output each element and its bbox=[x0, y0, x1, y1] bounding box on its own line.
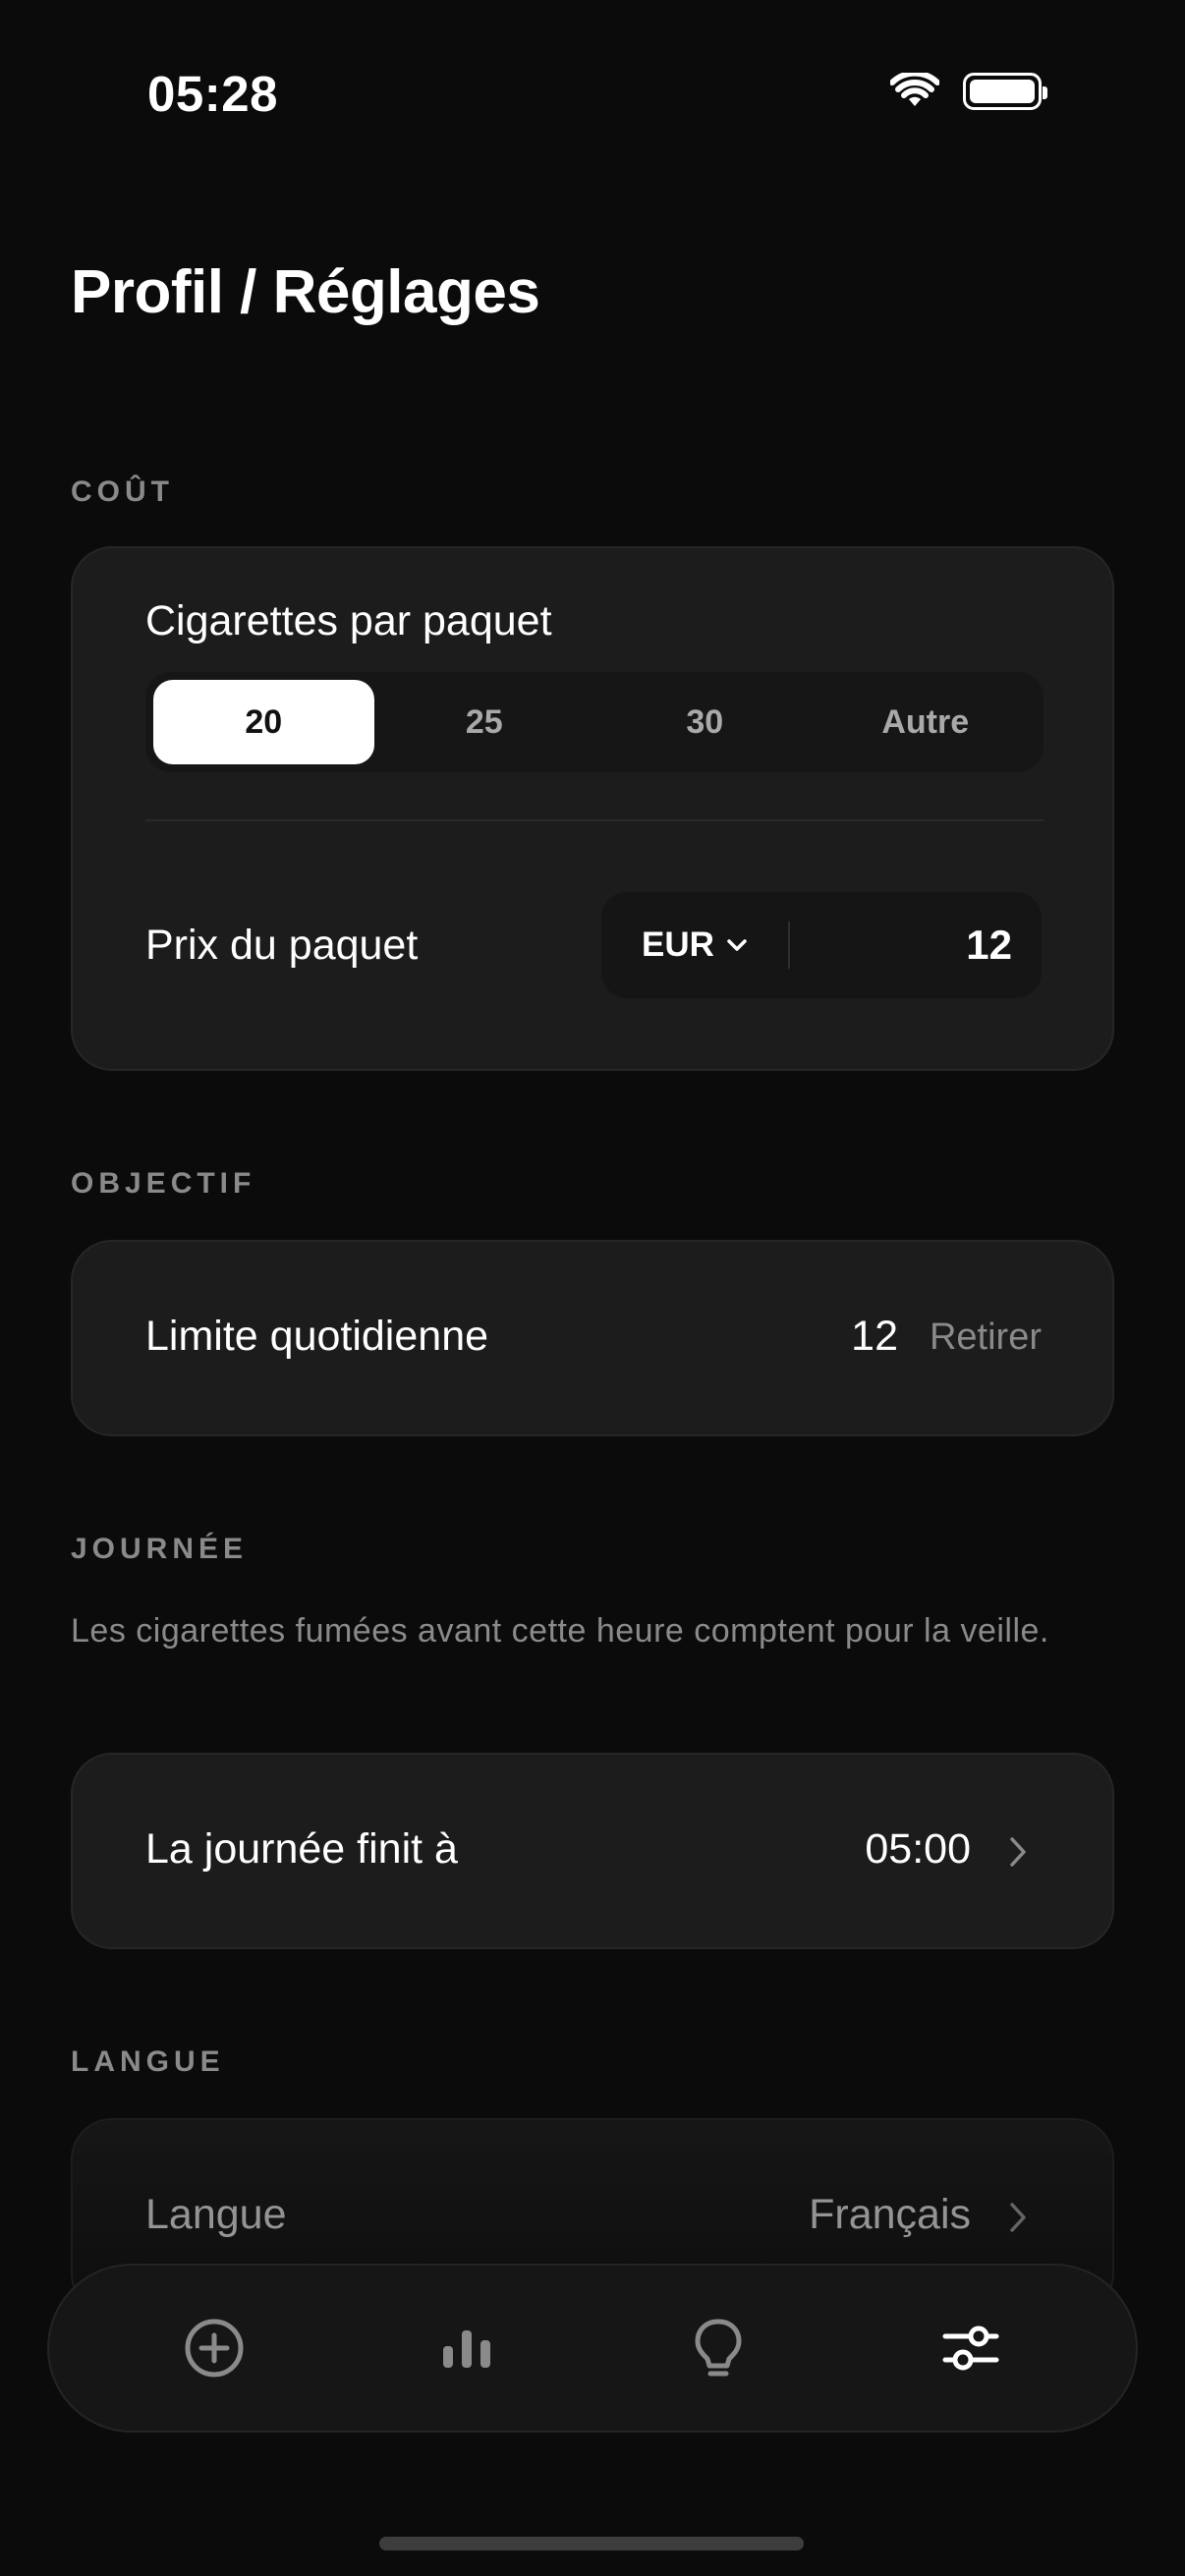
chevron-right-icon bbox=[1010, 2203, 1026, 2232]
cigs-per-pack-label: Cigarettes par paquet bbox=[145, 597, 552, 644]
sliders-icon bbox=[942, 2325, 999, 2371]
add-circle-icon bbox=[185, 2319, 244, 2378]
status-icons bbox=[890, 73, 1047, 110]
tab-bar bbox=[47, 2264, 1138, 2433]
settings-screen: 05:28 Profil / Réglages COÛT Cigarettes … bbox=[0, 0, 1185, 2576]
status-time: 05:28 bbox=[147, 66, 278, 122]
pack-option-other[interactable]: Autre bbox=[816, 680, 1037, 764]
chevron-down-icon bbox=[727, 939, 747, 951]
price-input[interactable]: 12 bbox=[790, 922, 1042, 969]
daily-limit-label: Limite quotidienne bbox=[145, 1313, 489, 1360]
pack-price-label: Prix du paquet bbox=[145, 922, 419, 969]
section-label-goal: OBJECTIF bbox=[71, 1167, 256, 1200]
pack-option-25[interactable]: 25 bbox=[374, 680, 595, 764]
tab-tips[interactable] bbox=[659, 2289, 777, 2407]
cost-card: Cigarettes par paquet 20 25 30 Autre Pri… bbox=[71, 546, 1114, 1071]
battery-icon bbox=[963, 73, 1047, 110]
daily-limit-value[interactable]: 12 bbox=[851, 1313, 898, 1361]
language-label: Langue bbox=[145, 2191, 287, 2238]
pack-price-input-group: EUR 12 bbox=[601, 892, 1042, 998]
remove-limit-button[interactable]: Retirer bbox=[930, 1316, 1042, 1359]
tab-stats[interactable] bbox=[408, 2289, 526, 2407]
tab-settings[interactable] bbox=[912, 2289, 1030, 2407]
divider bbox=[145, 819, 1044, 821]
pack-option-30[interactable]: 30 bbox=[594, 680, 816, 764]
tab-add[interactable] bbox=[155, 2289, 273, 2407]
bar-chart-icon bbox=[442, 2330, 490, 2368]
currency-value: EUR bbox=[642, 925, 714, 964]
day-ends-value: 05:00 bbox=[865, 1825, 971, 1873]
day-ends-label: La journée finit à bbox=[145, 1825, 458, 1873]
section-label-cost: COÛT bbox=[71, 476, 174, 508]
pack-size-segmented-control: 20 25 30 Autre bbox=[145, 672, 1044, 772]
currency-select[interactable]: EUR bbox=[601, 892, 788, 998]
home-indicator bbox=[379, 2537, 804, 2550]
chevron-right-icon bbox=[1010, 1837, 1026, 1867]
day-end-row[interactable]: La journée finit à 05:00 bbox=[71, 1753, 1114, 1949]
wifi-icon bbox=[890, 73, 939, 106]
page-title: Profil / Réglages bbox=[71, 258, 540, 326]
pack-option-20[interactable]: 20 bbox=[153, 680, 374, 764]
day-description: Les cigarettes fumées avant cette heure … bbox=[71, 1612, 1049, 1650]
section-label-language: LANGUE bbox=[71, 2045, 225, 2078]
goal-card: Limite quotidienne 12 Retirer bbox=[71, 1240, 1114, 1436]
section-label-day: JOURNÉE bbox=[71, 1533, 249, 1565]
lightbulb-icon bbox=[695, 2319, 742, 2377]
language-value: Français bbox=[809, 2191, 971, 2238]
